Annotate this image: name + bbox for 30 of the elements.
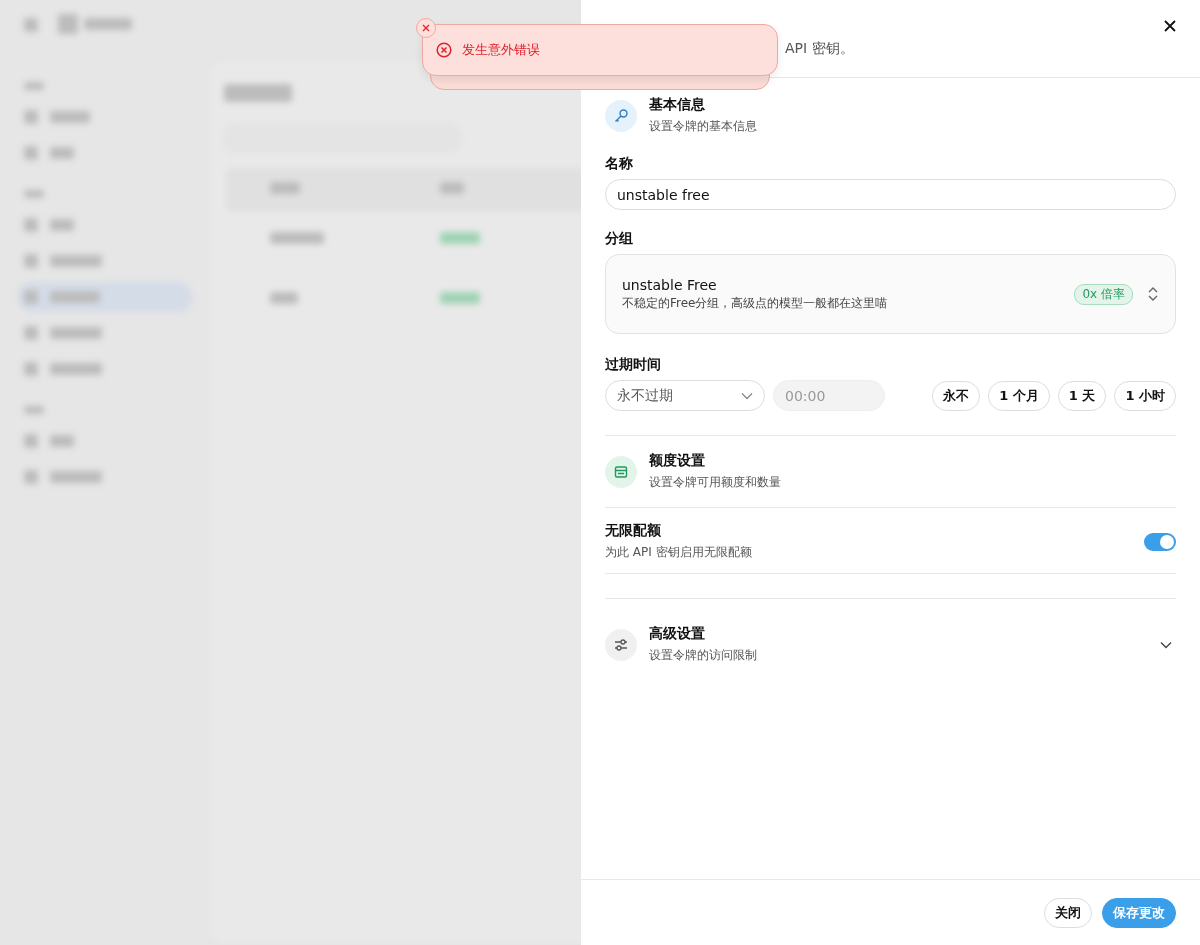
preset-button[interactable]: 1 个月 (988, 380, 1050, 411)
setting-description: 为此 API 密钥启用无限配额 (605, 544, 752, 561)
name-input-field[interactable]: unstable free (605, 179, 1176, 210)
toast-message: 发生意外错误 (462, 41, 540, 59)
preset-button[interactable]: 1 小时 (1114, 380, 1176, 411)
preset-button[interactable]: 1 天 (1057, 380, 1107, 411)
time-input-field[interactable]: 00:00 (773, 380, 885, 411)
field-label: 过期时间 (605, 356, 662, 374)
preset-button[interactable]: 永不 (932, 380, 981, 411)
section-subtitle: 设置令牌的访问限制 (649, 647, 757, 664)
chevron-down-icon (741, 391, 753, 400)
close-button[interactable]: 关闭 (1044, 897, 1092, 928)
key-icon (605, 99, 637, 132)
wallet-icon (605, 455, 637, 488)
sliders-icon (605, 628, 637, 661)
drawer-subtitle: API 密钥。 (785, 40, 855, 58)
error-icon (436, 42, 452, 58)
field-label: 分组 (605, 230, 634, 248)
section-title: 额度设置 (649, 452, 706, 470)
section-subtitle: 设置令牌的基本信息 (649, 118, 757, 135)
group-select-card[interactable]: unstable Free 不稳定的Free分组，高级点的模型一般都在这里喵 0x 倍率 (605, 254, 1176, 334)
toggle-switch[interactable] (1144, 532, 1176, 551)
section-title: 基本信息 (649, 96, 706, 114)
ratio-badge: 0x 倍率 (1074, 283, 1133, 305)
chevron-down-icon[interactable] (1160, 640, 1172, 649)
setting-title: 无限配额 (605, 522, 662, 540)
section-subtitle: 设置令牌可用额度和数量 (649, 474, 781, 491)
chevron-updown-icon (1147, 286, 1159, 302)
section-title: 高级设置 (649, 625, 706, 643)
field-label: 名称 (605, 155, 634, 173)
